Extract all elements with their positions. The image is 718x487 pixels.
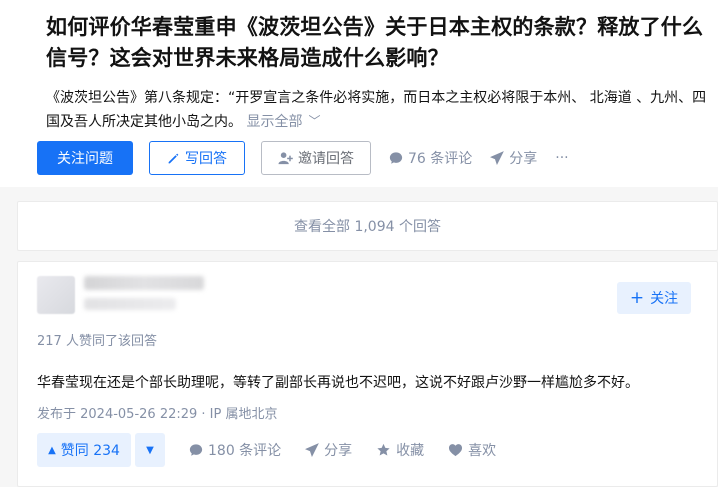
- like-button[interactable]: 喜欢: [448, 440, 496, 460]
- question-actions: 关注问题 写回答 邀请回答 76 条评论 分享 ···: [37, 141, 569, 175]
- star-icon: [377, 443, 390, 456]
- question-share-link[interactable]: 分享: [490, 148, 537, 168]
- answer-comments-link[interactable]: 180 条评论: [189, 440, 281, 460]
- avatar[interactable]: [37, 276, 75, 314]
- question-header: 如何评价华春莹重申《波茨坦公告》关于日本主权的条款？释放了什么信号？这会对世界未…: [0, 0, 718, 187]
- answer-content: 华春莹现在还是个部长助理呢，等转了副部长再说也不迟吧，这说不好跟卢沙野一样尴尬多…: [37, 375, 639, 391]
- collect-label: 收藏: [396, 443, 425, 459]
- question-comments-label: 76 条评论: [408, 151, 473, 167]
- answer-share-link[interactable]: 分享: [305, 440, 352, 460]
- downvote-triangle-icon: ▼: [146, 444, 154, 456]
- answer-actions: ▲ 赞同 234 ▼ 180 条评论 分享 收藏 喜欢: [37, 433, 496, 467]
- comment-icon: [389, 152, 403, 164]
- upvote-button[interactable]: ▲ 赞同 234: [37, 433, 131, 467]
- question-comments-link[interactable]: 76 条评论: [389, 148, 472, 168]
- like-label: 喜欢: [468, 443, 497, 459]
- invite-answer-button[interactable]: 邀请回答: [261, 141, 371, 175]
- upvote-label: 赞同 234: [60, 443, 120, 459]
- invite-answer-label: 邀请回答: [298, 151, 354, 167]
- share-icon: [305, 443, 320, 457]
- invite-user-icon: [278, 152, 293, 165]
- question-excerpt-text: 《波茨坦公告》第八条规定：“开罗宣言之条件必将实施，而日本之主权必将限于本州、 …: [46, 90, 707, 130]
- follow-question-button[interactable]: 关注问题: [37, 141, 133, 175]
- upvote-triangle-icon: ▲: [48, 444, 56, 456]
- comment-icon: [189, 444, 203, 456]
- show-all-button[interactable]: 显示全部 ﹀: [246, 114, 320, 130]
- share-icon: [490, 151, 505, 165]
- answer-card: + 关注 217 人赞同了该回答 华春莹现在还是个部长助理呢，等转了副部长再说也…: [17, 261, 718, 487]
- question-excerpt: 《波茨坦公告》第八条规定：“开罗宣言之条件必将实施，而日本之主权必将限于本州、 …: [46, 86, 714, 134]
- publish-time[interactable]: 发布于 2024-05-26 22:29 · IP 属地北京: [37, 403, 277, 422]
- write-answer-label: 写回答: [185, 151, 227, 167]
- author-bio-redacted: [84, 298, 176, 310]
- chevron-down-icon: ﹀: [308, 114, 321, 128]
- downvote-button[interactable]: ▼: [135, 433, 165, 467]
- heart-icon: [449, 444, 463, 457]
- write-answer-button[interactable]: 写回答: [149, 141, 245, 175]
- show-all-label: 显示全部: [246, 114, 303, 130]
- more-options-button[interactable]: ···: [555, 150, 568, 166]
- author-name-redacted: [84, 276, 204, 290]
- plus-icon: +: [629, 287, 645, 308]
- follow-author-label: 关注: [650, 291, 679, 307]
- answer-share-label: 分享: [324, 443, 353, 459]
- vote-summary: 217 人赞同了该回答: [37, 334, 157, 349]
- view-all-answers-button[interactable]: 查看全部 1,094 个回答: [17, 201, 718, 251]
- follow-author-button[interactable]: + 关注: [617, 282, 691, 314]
- question-title[interactable]: 如何评价华春莹重申《波茨坦公告》关于日本主权的条款？释放了什么信号？这会对世界未…: [46, 12, 714, 74]
- pencil-icon: [168, 153, 179, 163]
- question-share-label: 分享: [509, 151, 538, 167]
- collect-button[interactable]: 收藏: [376, 440, 424, 460]
- answer-comments-label: 180 条评论: [208, 443, 282, 459]
